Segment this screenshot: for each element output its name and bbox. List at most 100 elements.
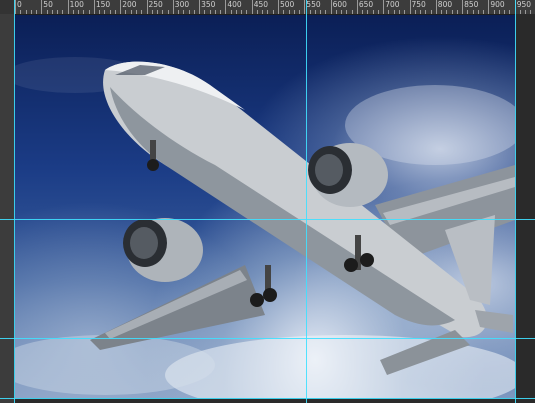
ruler-minor-tick bbox=[467, 10, 469, 14]
ruler-minor-tick bbox=[335, 10, 337, 14]
wheel bbox=[360, 253, 374, 267]
ruler-tick bbox=[330, 0, 332, 14]
ruler-tick bbox=[15, 0, 16, 14]
guide-vertical[interactable] bbox=[14, 0, 15, 403]
ruler-minor-tick bbox=[36, 10, 38, 14]
ruler-minor-tick bbox=[351, 10, 353, 14]
ruler-minor-tick bbox=[114, 10, 116, 14]
ruler-minor-tick bbox=[283, 10, 285, 14]
ruler-label: 950 bbox=[516, 0, 532, 9]
ruler-minor-tick bbox=[493, 10, 495, 14]
ruler-label: 750 bbox=[411, 0, 426, 9]
ruler-label: 250 bbox=[148, 0, 163, 9]
ruler-minor-tick bbox=[472, 10, 474, 14]
ruler-minor-tick bbox=[272, 10, 274, 14]
ruler-label: 0 bbox=[17, 0, 22, 9]
ruler-minor-tick bbox=[341, 10, 343, 14]
ruler-minor-tick bbox=[393, 10, 395, 14]
ruler-minor-tick bbox=[141, 10, 143, 14]
horizontal-ruler[interactable]: 0 50 100 150 200 250 300 350 400 450 500 550 600 650 7… bbox=[0, 0, 535, 15]
engine-fan bbox=[130, 227, 158, 259]
ruler-tick bbox=[383, 0, 385, 14]
ruler-minor-tick bbox=[178, 10, 180, 14]
ruler-minor-tick bbox=[372, 10, 374, 14]
ruler-minor-tick bbox=[51, 10, 53, 14]
ruler-label: 350 bbox=[201, 0, 216, 9]
ruler-minor-tick bbox=[62, 10, 64, 14]
guide-vertical[interactable] bbox=[515, 0, 516, 403]
ruler-minor-tick bbox=[441, 10, 443, 14]
ruler-minor-tick bbox=[214, 10, 216, 14]
ruler-minor-tick bbox=[377, 10, 379, 14]
ruler-tick bbox=[67, 0, 69, 14]
ruler-minor-tick bbox=[293, 10, 295, 14]
vertical-ruler[interactable] bbox=[0, 14, 15, 403]
wheel bbox=[147, 159, 159, 171]
ruler-minor-tick bbox=[325, 10, 327, 14]
ruler-label: 450 bbox=[253, 0, 269, 9]
pasteboard-right bbox=[515, 14, 535, 403]
ruler-minor-tick bbox=[20, 10, 22, 14]
ruler-minor-tick bbox=[99, 10, 101, 14]
ruler-minor-tick bbox=[162, 10, 164, 14]
ruler-origin[interactable] bbox=[0, 0, 14, 14]
ruler-minor-tick bbox=[72, 10, 74, 14]
ruler-minor-tick bbox=[451, 10, 453, 14]
ruler-minor-tick bbox=[30, 10, 32, 14]
ruler-label: 850 bbox=[464, 0, 479, 9]
ruler-minor-tick bbox=[104, 10, 106, 14]
ruler-minor-tick bbox=[309, 10, 311, 14]
ruler-minor-tick bbox=[125, 10, 127, 14]
ruler-minor-tick bbox=[267, 10, 269, 14]
ruler-label: 500 bbox=[280, 0, 295, 9]
ruler-minor-tick bbox=[288, 10, 290, 14]
ruler-tick bbox=[199, 0, 201, 14]
ruler-minor-tick bbox=[151, 10, 153, 14]
ruler-minor-tick bbox=[167, 10, 169, 14]
wheel bbox=[263, 288, 277, 302]
ruler-tick bbox=[146, 0, 148, 14]
ruler-minor-tick bbox=[241, 10, 243, 14]
ruler-minor-tick bbox=[193, 10, 195, 14]
ruler-tick bbox=[462, 0, 464, 14]
ruler-tick bbox=[488, 0, 490, 14]
airplane-image bbox=[15, 57, 515, 398]
ruler-minor-tick bbox=[299, 10, 301, 14]
ruler-label: 100 bbox=[69, 0, 84, 9]
guide-horizontal[interactable] bbox=[0, 398, 535, 399]
ruler-tick bbox=[356, 0, 358, 14]
ruler-minor-tick bbox=[235, 10, 237, 14]
ruler-label: 700 bbox=[385, 0, 400, 9]
ruler-minor-tick bbox=[88, 10, 90, 14]
ruler-label: 150 bbox=[95, 0, 111, 9]
guide-horizontal[interactable] bbox=[0, 338, 535, 339]
guide-vertical[interactable] bbox=[306, 0, 307, 403]
ruler-minor-tick bbox=[57, 10, 59, 14]
ruler-minor-tick bbox=[130, 10, 132, 14]
ruler-label: 300 bbox=[174, 0, 190, 9]
guide-horizontal[interactable] bbox=[0, 219, 535, 220]
document-canvas[interactable] bbox=[15, 15, 515, 398]
ruler-minor-tick bbox=[320, 10, 322, 14]
ruler-minor-tick bbox=[362, 10, 364, 14]
ruler-minor-tick bbox=[220, 10, 222, 14]
ruler-minor-tick bbox=[498, 10, 500, 14]
ruler-tick bbox=[409, 0, 411, 14]
ruler-minor-tick bbox=[404, 10, 406, 14]
ruler-minor-tick bbox=[430, 10, 432, 14]
ruler-tick bbox=[278, 0, 279, 14]
ruler-minor-tick bbox=[109, 10, 111, 14]
ruler-minor-tick bbox=[314, 10, 316, 14]
ruler-tick bbox=[41, 0, 43, 14]
ruler-tick bbox=[120, 0, 122, 14]
ruler-minor-tick bbox=[456, 10, 458, 14]
ruler-minor-tick bbox=[204, 10, 206, 14]
ruler-minor-tick bbox=[346, 10, 348, 14]
ruler-minor-tick bbox=[414, 10, 416, 14]
ruler-minor-tick bbox=[398, 10, 400, 14]
ruler-minor-tick bbox=[209, 10, 211, 14]
ruler-minor-tick bbox=[46, 10, 48, 14]
ruler-tick bbox=[172, 0, 174, 14]
ruler-minor-tick bbox=[256, 10, 258, 14]
ruler-minor-tick bbox=[246, 10, 248, 14]
